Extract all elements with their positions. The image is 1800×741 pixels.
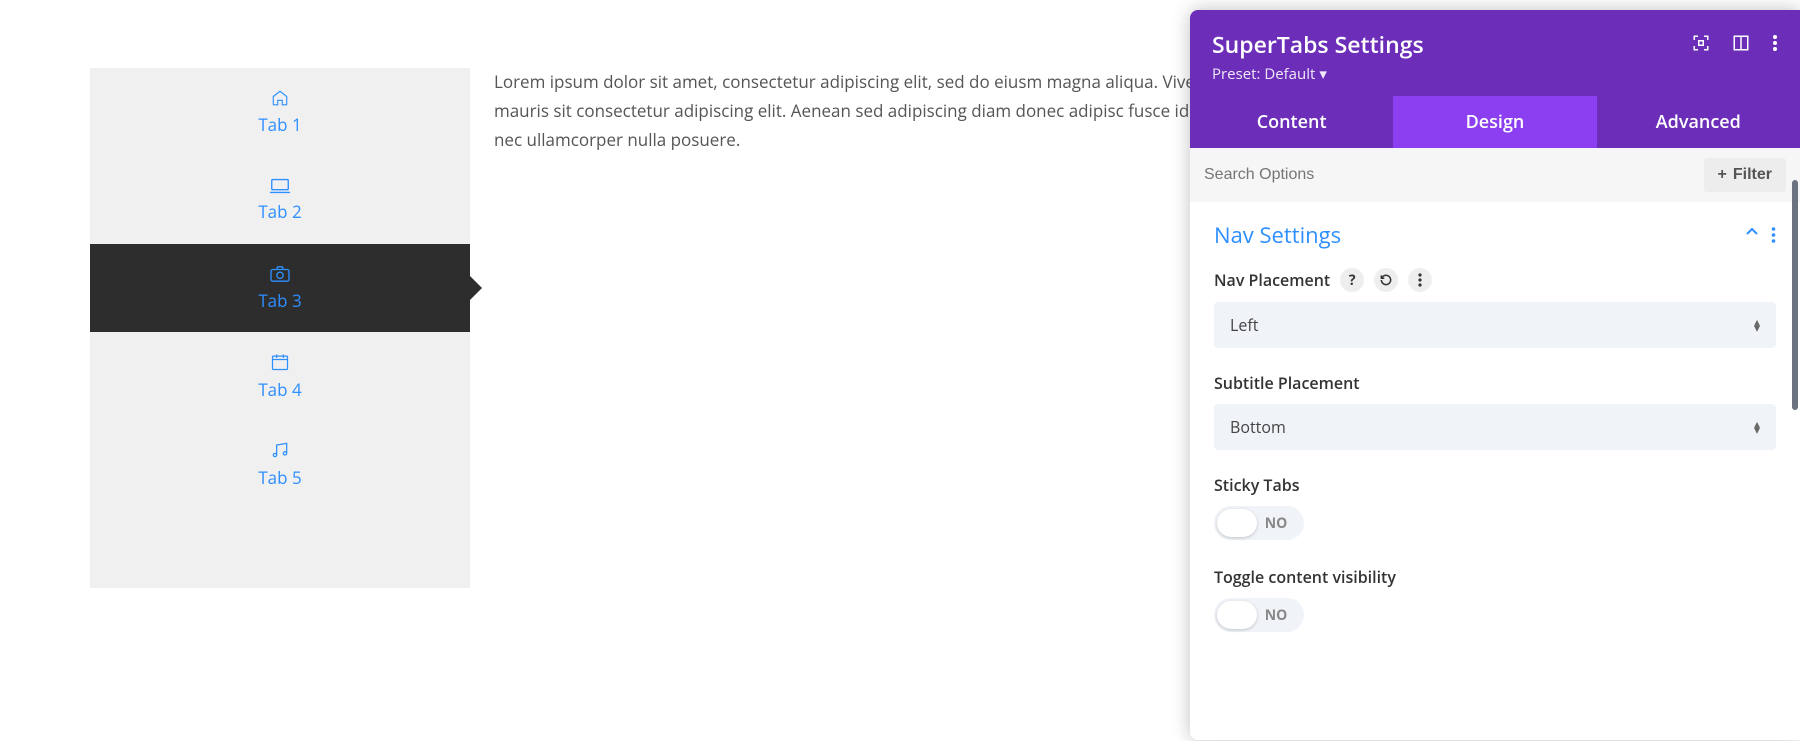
nav-placement-field: Nav Placement ? Left ▴▾ <box>1214 268 1776 348</box>
section-title: Nav Settings <box>1214 220 1341 250</box>
tab-item-2[interactable]: Tab 2 <box>90 156 470 244</box>
collapse-icon[interactable] <box>1745 227 1759 243</box>
sticky-tabs-field: Sticky Tabs NO <box>1214 474 1776 542</box>
filter-label: Filter <box>1733 166 1772 184</box>
tab-label: Tab 5 <box>258 466 301 489</box>
tab-label: Tab 4 <box>258 378 301 401</box>
field-label: Nav Placement <box>1214 269 1330 291</box>
preset-selector[interactable]: Preset: Default ▾ <box>1212 64 1424 84</box>
field-more-icon[interactable] <box>1408 268 1432 292</box>
tab-item-1[interactable]: Tab 1 <box>90 68 470 156</box>
nav-settings-section: Nav Settings Nav Placement ? <box>1190 202 1800 668</box>
subtitle-placement-select[interactable]: Bottom ▴▾ <box>1214 404 1776 450</box>
calendar-icon <box>270 352 290 372</box>
music-icon <box>270 440 290 460</box>
tab-nav: Tab 1 Tab 2 Tab 3 Tab 4 Tab 5 <box>90 68 470 588</box>
camera-icon <box>269 265 291 283</box>
field-label: Sticky Tabs <box>1214 474 1299 496</box>
tab-label: Tab 3 <box>258 289 301 312</box>
toggle-value: NO <box>1257 514 1301 533</box>
focus-icon[interactable] <box>1692 34 1710 52</box>
toggle-knob <box>1217 601 1257 629</box>
help-icon[interactable]: ? <box>1340 268 1364 292</box>
visibility-toggle[interactable]: NO <box>1214 598 1304 632</box>
select-value: Left <box>1230 314 1258 336</box>
settings-panel: SuperTabs Settings Preset: Default ▾ Con… <box>1190 10 1800 740</box>
tab-item-5[interactable]: Tab 5 <box>90 420 470 508</box>
panel-header: SuperTabs Settings Preset: Default ▾ <box>1190 10 1800 96</box>
section-more-icon[interactable] <box>1771 227 1776 243</box>
tab-design-btn[interactable]: Design <box>1393 96 1596 148</box>
toggle-knob <box>1217 509 1257 537</box>
search-input[interactable] <box>1204 166 1694 184</box>
reset-icon[interactable] <box>1374 268 1398 292</box>
select-caret-icon: ▴▾ <box>1754 421 1760 433</box>
home-icon <box>270 89 290 107</box>
tab-label: Tab 2 <box>258 200 301 223</box>
toggle-value: NO <box>1257 606 1301 625</box>
filter-button[interactable]: + Filter <box>1704 158 1786 192</box>
select-value: Bottom <box>1230 416 1286 438</box>
panel-title: SuperTabs Settings <box>1212 28 1424 60</box>
field-label: Toggle content visibility <box>1214 566 1396 588</box>
tab-label: Tab 1 <box>258 113 301 136</box>
more-icon[interactable] <box>1772 34 1778 52</box>
tab-item-3[interactable]: Tab 3 <box>90 244 470 332</box>
scrollbar[interactable] <box>1792 180 1798 410</box>
tab-item-4[interactable]: Tab 4 <box>90 332 470 420</box>
plus-icon: + <box>1718 166 1727 184</box>
dropdown-caret-icon: ▾ <box>1319 64 1327 84</box>
subtitle-placement-field: Subtitle Placement Bottom ▴▾ <box>1214 372 1776 450</box>
toggle-visibility-field: Toggle content visibility NO <box>1214 566 1776 634</box>
nav-placement-select[interactable]: Left ▴▾ <box>1214 302 1776 348</box>
tab-advanced-btn[interactable]: Advanced <box>1597 96 1800 148</box>
panel-tabs: Content Design Advanced <box>1190 96 1800 148</box>
laptop-icon <box>269 178 291 194</box>
preset-label: Preset: Default <box>1212 64 1315 84</box>
sticky-tabs-toggle[interactable]: NO <box>1214 506 1304 540</box>
tab-content-btn[interactable]: Content <box>1190 96 1393 148</box>
field-label: Subtitle Placement <box>1214 372 1360 394</box>
filter-row: + Filter <box>1190 148 1800 202</box>
select-caret-icon: ▴▾ <box>1754 319 1760 331</box>
layout-icon[interactable] <box>1732 34 1750 52</box>
